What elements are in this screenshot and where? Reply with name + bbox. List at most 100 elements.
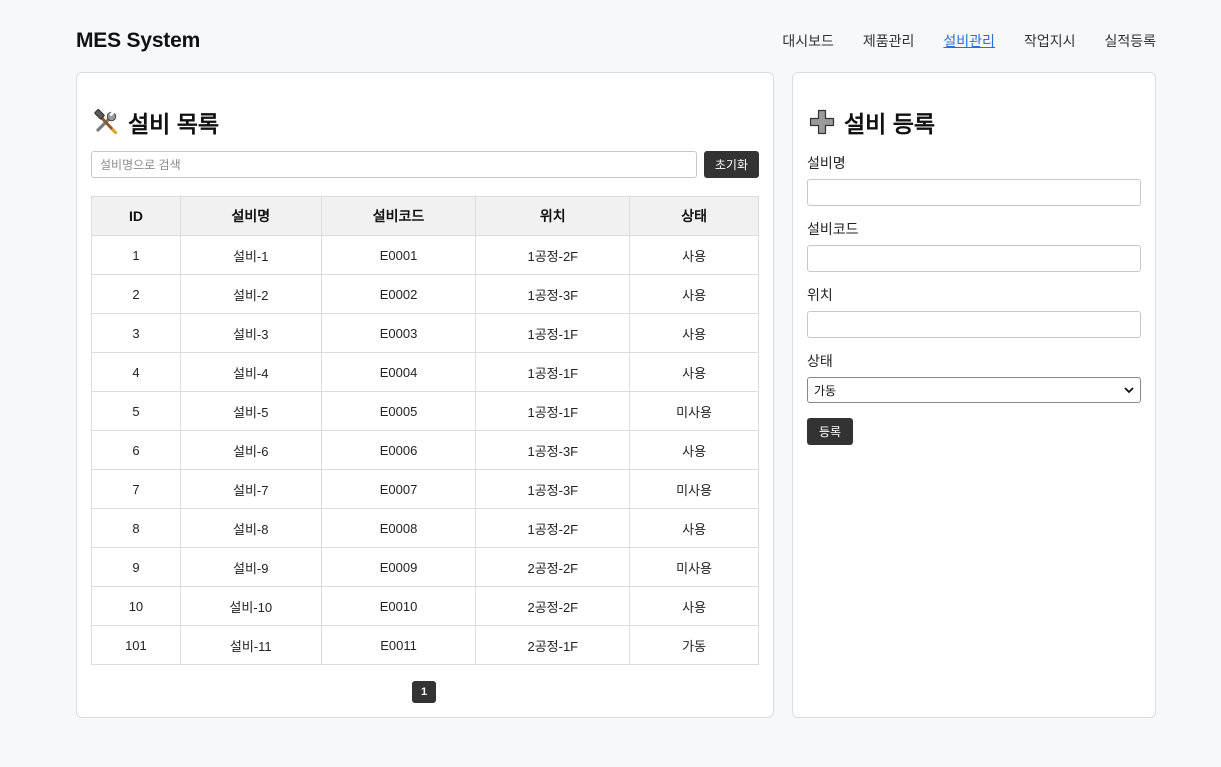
cell-name: 설비-9 — [179, 547, 322, 587]
col-header-location: 위치 — [475, 196, 631, 236]
header: MES System 대시보드 제품관리 설비관리 작업지시 실적등록 — [76, 26, 1156, 56]
form-title: 설비 등록 — [808, 105, 935, 139]
name-field[interactable] — [807, 179, 1141, 206]
cell-code: E0003 — [320, 313, 477, 353]
table-row[interactable]: 2 설비-2 E0002 1공정-3F 사용 — [91, 274, 759, 314]
cell-code: E0001 — [320, 235, 477, 275]
list-title: 설비 목록 — [92, 105, 219, 139]
cell-name: 설비-6 — [179, 430, 322, 470]
cell-code: E0009 — [320, 547, 477, 587]
code-field[interactable] — [807, 245, 1141, 272]
cell-code: E0007 — [320, 469, 477, 509]
cell-name: 설비-8 — [179, 508, 322, 548]
cell-status: 미사용 — [629, 547, 759, 587]
cell-name: 설비-5 — [179, 391, 322, 431]
form-title-text: 설비 등록 — [844, 111, 936, 137]
cell-status: 사용 — [629, 274, 759, 314]
cell-location: 2공정-2F — [475, 586, 631, 626]
cell-id: 7 — [91, 469, 181, 509]
cell-id: 10 — [91, 586, 181, 626]
cell-name: 설비-4 — [179, 352, 322, 392]
nav-work-orders[interactable]: 작업지시 — [1024, 31, 1076, 51]
code-label: 설비코드 — [807, 221, 859, 237]
cell-name: 설비-7 — [179, 469, 322, 509]
location-label: 위치 — [807, 287, 833, 303]
reset-button[interactable]: 초기화 — [703, 151, 759, 178]
nav-products[interactable]: 제품관리 — [863, 31, 915, 51]
cell-status: 사용 — [629, 430, 759, 470]
page-button-1[interactable]: 1 — [412, 681, 436, 703]
table-row[interactable]: 10 설비-10 E0010 2공정-2F 사용 — [91, 586, 759, 626]
field-group-name: 설비명 — [807, 153, 1141, 206]
location-field[interactable] — [807, 311, 1141, 338]
table-row[interactable]: 5 설비-5 E0005 1공정-1F 미사용 — [91, 391, 759, 431]
field-group-code: 설비코드 — [807, 219, 1141, 272]
cell-name: 설비-3 — [179, 313, 322, 353]
cell-code: E0006 — [320, 430, 477, 470]
cell-location: 2공정-1F — [475, 625, 631, 665]
brand-title[interactable]: MES System — [76, 29, 200, 53]
cell-status: 가동 — [629, 625, 759, 665]
nav-performance[interactable]: 실적등록 — [1104, 31, 1156, 51]
nav-equipment[interactable]: 설비관리 — [943, 31, 995, 51]
cell-location: 1공정-1F — [475, 352, 631, 392]
cell-name: 설비-11 — [179, 625, 322, 665]
table-row[interactable]: 7 설비-7 E0007 1공정-3F 미사용 — [91, 469, 759, 509]
table-row[interactable]: 6 설비-6 E0006 1공정-3F 사용 — [91, 430, 759, 470]
table-row[interactable]: 4 설비-4 E0004 1공정-1F 사용 — [91, 352, 759, 392]
chevron-down-icon — [1124, 383, 1134, 397]
cell-id: 6 — [91, 430, 181, 470]
cell-id: 2 — [91, 274, 181, 314]
cell-location: 1공정-1F — [475, 391, 631, 431]
col-header-name: 설비명 — [179, 196, 322, 236]
search-row: 초기화 — [91, 151, 759, 179]
col-header-id: ID — [91, 196, 181, 236]
cell-status: 미사용 — [629, 391, 759, 431]
cell-id: 3 — [91, 313, 181, 353]
equipment-table: ID 설비명 설비코드 위치 상태 1 설비-1 E0001 1공정-2F 사용… — [91, 196, 759, 665]
pagination: 1 — [77, 681, 773, 703]
cell-status: 사용 — [629, 586, 759, 626]
name-label: 설비명 — [807, 155, 846, 171]
table-row[interactable]: 9 설비-9 E0009 2공정-2F 미사용 — [91, 547, 759, 587]
col-header-status: 상태 — [629, 196, 759, 236]
cell-location: 1공정-2F — [475, 235, 631, 275]
equipment-form-card: 설비 등록 설비명 설비코드 위치 상태 가동 등록 — [792, 72, 1156, 718]
search-input[interactable] — [91, 151, 697, 178]
main-nav: 대시보드 제품관리 설비관리 작업지시 실적등록 — [782, 31, 1156, 51]
cell-id: 101 — [91, 625, 181, 665]
table-row[interactable]: 1 설비-1 E0001 1공정-2F 사용 — [91, 235, 759, 275]
cell-location: 1공정-3F — [475, 430, 631, 470]
table-row[interactable]: 8 설비-8 E0008 1공정-2F 사용 — [91, 508, 759, 548]
table-row[interactable]: 3 설비-3 E0003 1공정-1F 사용 — [91, 313, 759, 353]
cell-code: E0008 — [320, 508, 477, 548]
table-header-row: ID 설비명 설비코드 위치 상태 — [91, 196, 759, 236]
cell-name: 설비-1 — [179, 235, 322, 275]
cell-name: 설비-2 — [179, 274, 322, 314]
submit-button[interactable]: 등록 — [807, 418, 853, 445]
cell-id: 8 — [91, 508, 181, 548]
hammer-wrench-icon — [92, 108, 120, 136]
cell-status: 사용 — [629, 313, 759, 353]
status-select[interactable]: 가동 — [807, 377, 1141, 403]
list-title-text: 설비 목록 — [128, 111, 220, 137]
table-row[interactable]: 101 설비-11 E0011 2공정-1F 가동 — [91, 625, 759, 665]
cell-status: 사용 — [629, 508, 759, 548]
cell-status: 사용 — [629, 235, 759, 275]
cell-location: 1공정-1F — [475, 313, 631, 353]
field-group-location: 위치 — [807, 285, 1141, 338]
cell-status: 미사용 — [629, 469, 759, 509]
cell-status: 사용 — [629, 352, 759, 392]
equipment-list-card: 설비 목록 초기화 ID 설비명 설비코드 위치 상태 1 설비-1 E0001… — [76, 72, 774, 718]
cell-id: 1 — [91, 235, 181, 275]
status-label: 상태 — [807, 353, 833, 369]
equipment-form: 설비명 설비코드 위치 상태 가동 등록 — [807, 153, 1141, 445]
status-select-value: 가동 — [814, 383, 837, 398]
cell-id: 5 — [91, 391, 181, 431]
cell-location: 1공정-3F — [475, 274, 631, 314]
cell-code: E0005 — [320, 391, 477, 431]
nav-dashboard[interactable]: 대시보드 — [782, 31, 834, 51]
cell-code: E0010 — [320, 586, 477, 626]
col-header-code: 설비코드 — [320, 196, 477, 236]
cell-location: 1공정-3F — [475, 469, 631, 509]
